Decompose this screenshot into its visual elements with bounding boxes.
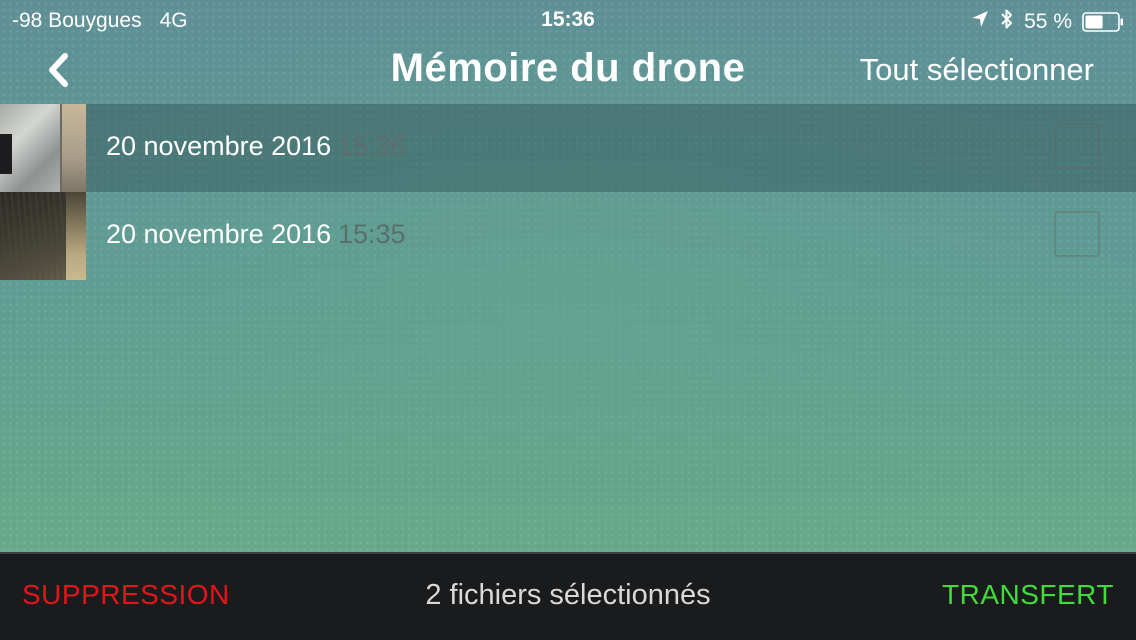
file-date: 20 novembre 2016 (106, 219, 332, 249)
transfer-button[interactable]: TRANSFERT (942, 579, 1114, 611)
file-date: 20 novembre 2016 (106, 131, 332, 161)
file-row[interactable]: 20 novembre 2016 15:36 (0, 104, 1136, 192)
battery-percent-label: 55 % (1024, 10, 1072, 33)
status-bar: -98 Bouygues 4G 15:36 55 % (0, 0, 1136, 40)
navigation-bar: Mémoire du drone Tout sélectionner (0, 40, 1136, 104)
file-thumbnail (0, 104, 86, 192)
status-time: 15:36 (541, 8, 595, 31)
file-list: 20 novembre 2016 15:36 20 novembre 2016 … (0, 104, 1136, 280)
location-arrow-icon (970, 9, 990, 35)
select-all-button[interactable]: Tout sélectionner (860, 52, 1094, 88)
file-thumbnail (0, 192, 86, 280)
bottom-action-bar: SUPPRESSION 2 fichiers sélectionnés TRAN… (0, 552, 1136, 640)
file-time: 15:35 (338, 219, 406, 249)
file-time: 15:36 (338, 131, 406, 161)
file-select-checkbox[interactable] (1054, 123, 1100, 169)
file-select-checkbox[interactable] (1054, 211, 1100, 257)
battery-icon (1082, 12, 1124, 32)
file-row[interactable]: 20 novembre 2016 15:35 (0, 192, 1136, 280)
drone-memory-screen: -98 Bouygues 4G 15:36 55 % Mémoire du dr… (0, 0, 1136, 640)
bluetooth-icon (1000, 8, 1014, 36)
